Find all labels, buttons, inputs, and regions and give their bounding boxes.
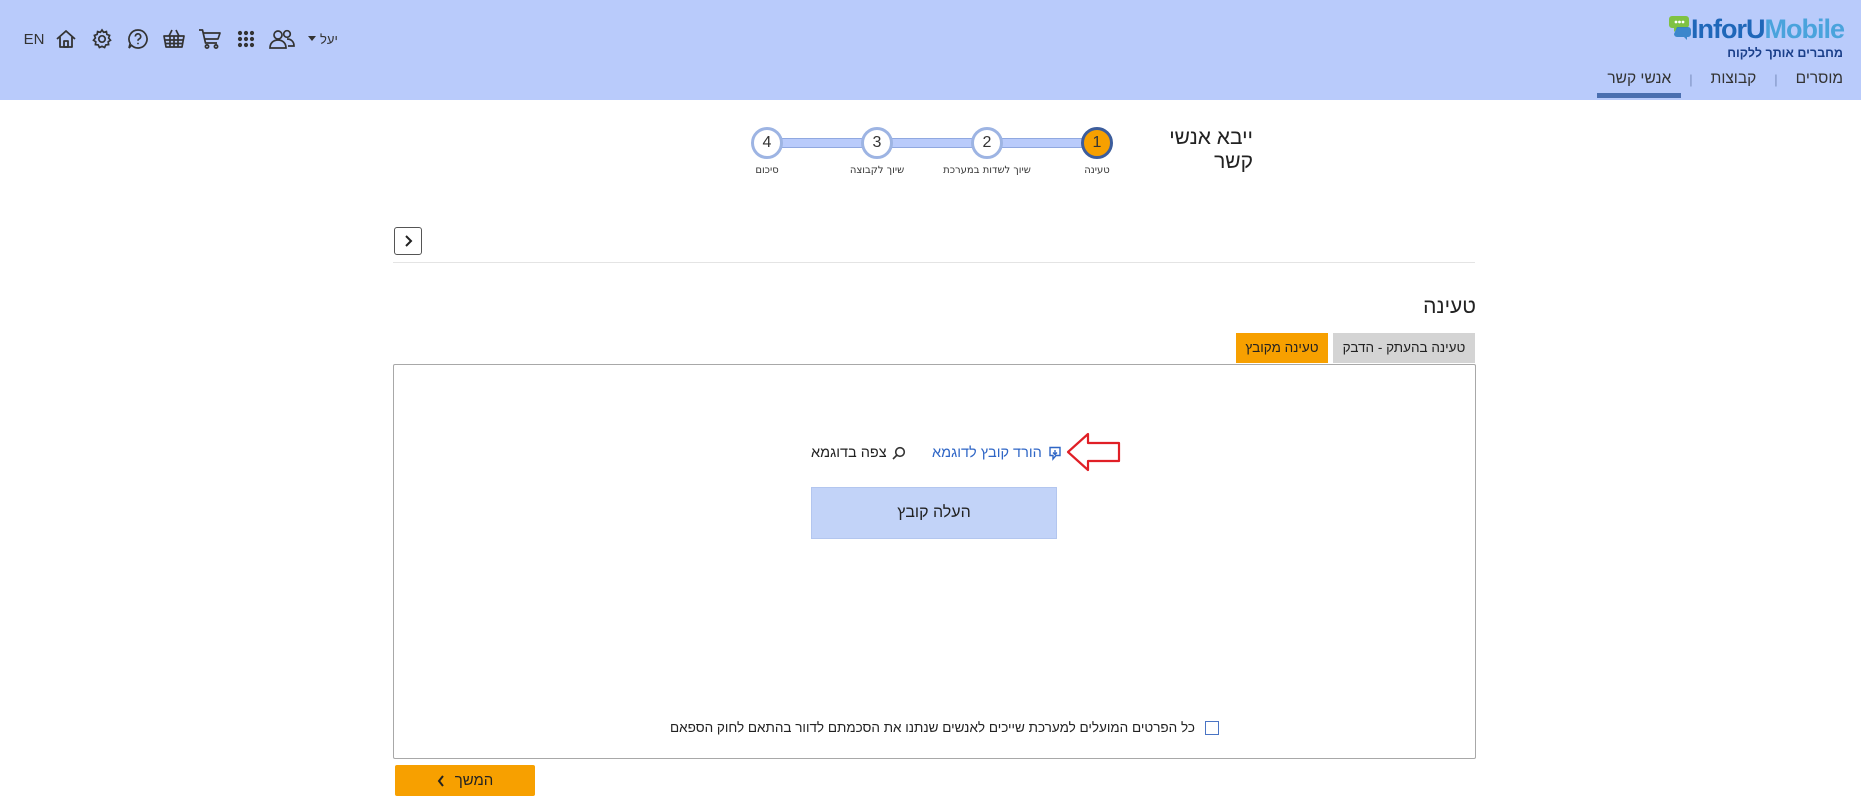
step-1-circle: 1 xyxy=(1081,127,1113,159)
chevron-left-icon xyxy=(437,774,444,787)
upload-panel xyxy=(393,364,1476,759)
next-button[interactable]: המשך xyxy=(395,765,535,796)
step-4-label: סיכום xyxy=(755,165,779,176)
cart-button[interactable] xyxy=(192,24,228,54)
inforu-logo[interactable]: InforUMobile מחברים אותך ללקוח xyxy=(1669,12,1849,60)
step-1-label: טעינה xyxy=(1084,165,1110,176)
help-button[interactable] xyxy=(120,24,156,54)
step-2-circle: 2 xyxy=(971,127,1003,159)
nav-separator: | xyxy=(1689,71,1693,87)
user-menu[interactable]: יעל xyxy=(308,32,338,47)
main-nav: אנשי קשר | קבוצות | מוסרים xyxy=(1597,68,1853,98)
caret-down-icon xyxy=(308,36,316,41)
step-4-circle: 4 xyxy=(751,127,783,159)
nav-item-contacts[interactable]: אנשי קשר xyxy=(1597,68,1682,98)
spam-consent: כל הפרטים המועלים למערכת שייכים לאנשים ש… xyxy=(670,720,1219,735)
steps-progress-line xyxy=(765,138,1101,148)
upload-file-button[interactable]: העלה קובץ xyxy=(811,487,1057,539)
users-icon xyxy=(269,29,295,49)
nav-item-groups[interactable]: קבוצות xyxy=(1701,68,1767,90)
step-2-label: שיוך לשדות במערכת xyxy=(943,165,1031,176)
users-button[interactable] xyxy=(264,24,300,54)
top-toolbar: EN יעל xyxy=(20,24,338,54)
consent-checkbox[interactable] xyxy=(1204,720,1219,735)
top-header: InforUMobile מחברים אותך ללקוח אנשי קשר … xyxy=(0,0,1861,100)
next-button-label: המשך xyxy=(454,772,494,789)
step-3-circle: 3 xyxy=(861,127,893,159)
help-icon xyxy=(128,29,148,49)
gear-icon xyxy=(92,28,112,49)
search-icon xyxy=(892,446,905,460)
consent-label: כל הפרטים המועלים למערכת שייכים לאנשים ש… xyxy=(670,720,1195,735)
chevron-right-icon xyxy=(405,235,413,247)
apps-grid-icon xyxy=(237,30,255,48)
nav-separator: | xyxy=(1774,71,1778,87)
home-button[interactable] xyxy=(48,24,84,54)
step-3-label: שיוך לקבוצה xyxy=(849,165,905,176)
download-sample-label: הורד קובץ לדוגמא xyxy=(932,445,1042,461)
language-switch[interactable]: EN xyxy=(20,24,48,54)
basket-button[interactable] xyxy=(156,24,192,54)
cart-icon xyxy=(199,29,221,49)
chat-bubbles-icon xyxy=(1669,16,1691,40)
user-name: יעל xyxy=(320,31,338,47)
nav-item-senders[interactable]: מוסרים xyxy=(1786,68,1853,90)
logo-wordmark: InforUMobile xyxy=(1691,14,1845,44)
home-icon xyxy=(56,30,76,48)
logo-tagline: מחברים אותך ללקוח xyxy=(1727,46,1843,60)
download-comment-icon xyxy=(1049,446,1061,461)
download-sample-link[interactable]: הורד קובץ לדוגמא xyxy=(932,445,1062,461)
view-sample-link[interactable]: צפה בדוגמא xyxy=(811,445,906,461)
view-sample-label: צפה בדוגמא xyxy=(811,445,887,461)
back-button[interactable] xyxy=(394,227,422,255)
section-title: טעינה xyxy=(1423,295,1476,318)
red-arrow-annotation-icon xyxy=(1066,432,1121,472)
apps-button[interactable] xyxy=(228,24,264,54)
tab-file-load[interactable]: טעינה מקובץ xyxy=(1236,333,1328,363)
tab-paste-load[interactable]: טעינה בהעתק - הדבק xyxy=(1333,333,1475,363)
settings-button[interactable] xyxy=(84,24,120,54)
divider xyxy=(393,262,1475,263)
basket-icon xyxy=(163,29,185,48)
